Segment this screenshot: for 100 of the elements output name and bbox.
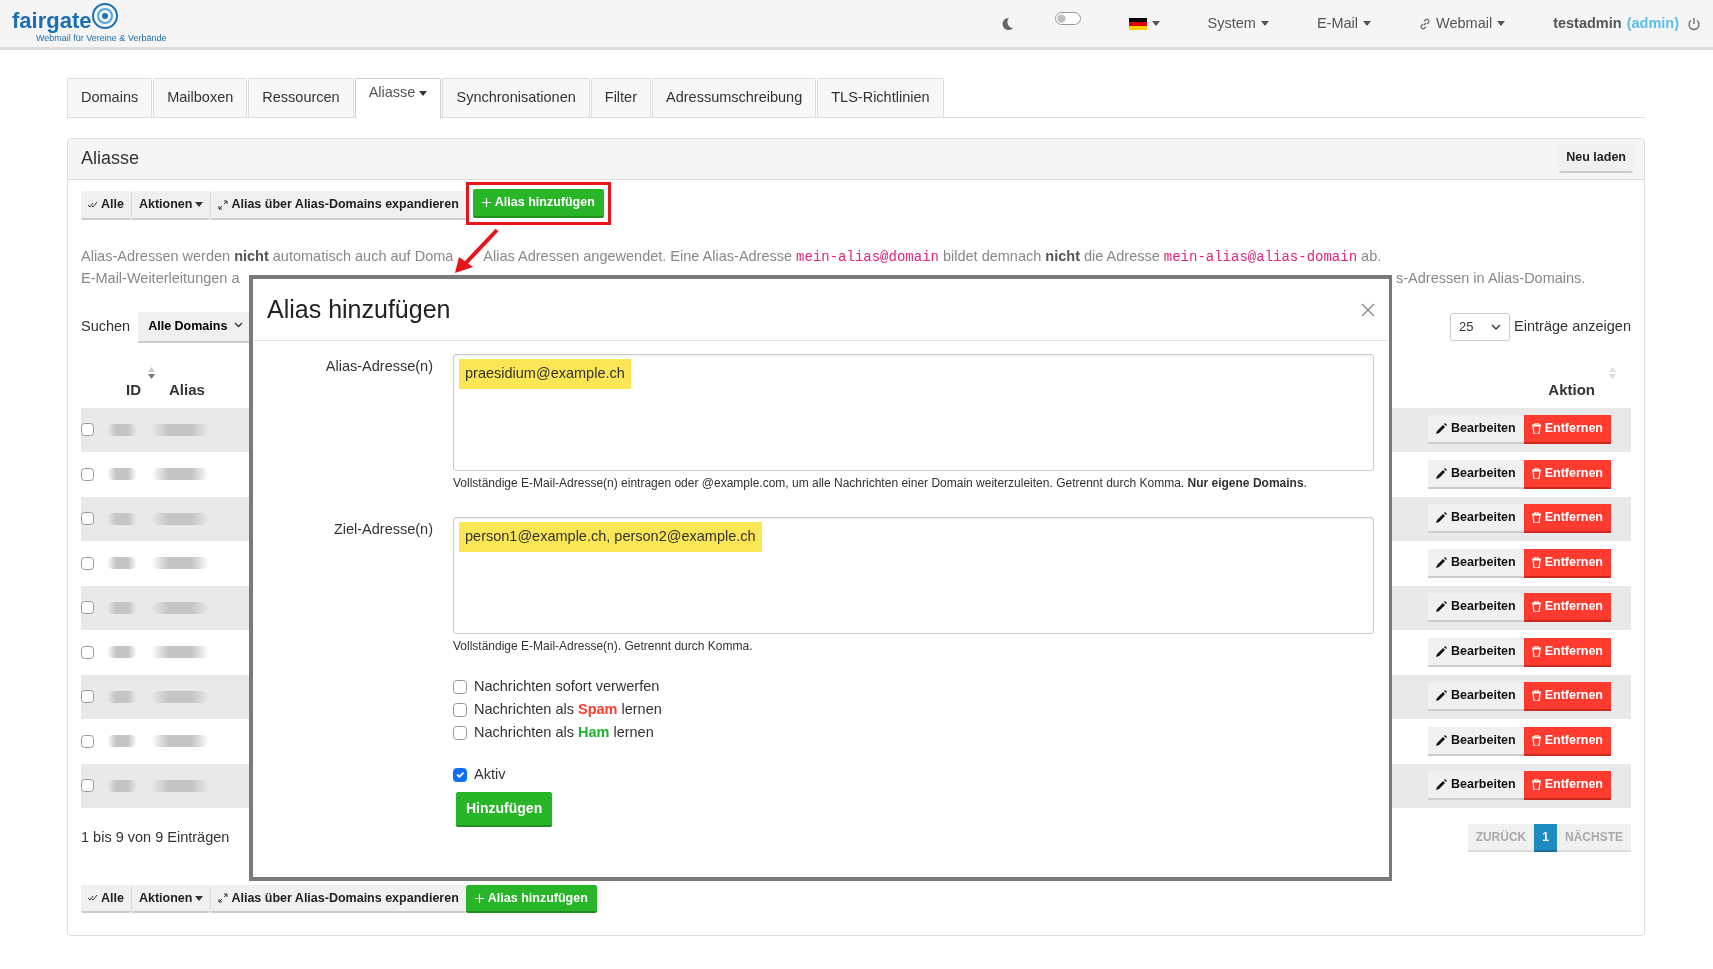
actions-dropdown[interactable]: Aktionen bbox=[130, 884, 211, 914]
double-check-icon bbox=[88, 200, 98, 209]
pencil-icon bbox=[1436, 779, 1448, 791]
redacted-text bbox=[107, 690, 137, 703]
row-checkbox[interactable] bbox=[81, 467, 94, 481]
redacted-text bbox=[151, 557, 209, 570]
tab[interactable]: Filter bbox=[590, 78, 651, 117]
row-checkbox[interactable] bbox=[81, 512, 94, 526]
row-checkbox[interactable] bbox=[81, 556, 94, 570]
close-icon[interactable] bbox=[1361, 302, 1375, 317]
pagination-button[interactable]: 1 bbox=[1534, 824, 1557, 852]
tab[interactable]: Mailboxen bbox=[153, 78, 248, 117]
nav-dropdown[interactable]: E-Mail bbox=[1316, 12, 1371, 35]
edit-button[interactable]: Bearbeiten bbox=[1428, 504, 1524, 534]
redacted-text bbox=[151, 423, 209, 436]
help-text: Vollständige E-Mail-Adresse(n). Getrennt durch Komma. bbox=[453, 638, 754, 655]
textarea-field[interactable]: person1@example.ch, person2@example.ch bbox=[453, 517, 1374, 634]
select-all-button[interactable]: Alle bbox=[81, 884, 131, 914]
textarea-field[interactable]: praesidium@example.ch bbox=[453, 354, 1374, 471]
column-header[interactable]: Aktion bbox=[1548, 379, 1595, 402]
nav-dropdown[interactable]: System bbox=[1207, 12, 1269, 35]
tab[interactable]: Adressumschreibung bbox=[652, 78, 817, 117]
caret-icon bbox=[1497, 21, 1506, 26]
caret-icon bbox=[195, 202, 204, 208]
edit-button[interactable]: Bearbeiten bbox=[1428, 637, 1524, 667]
trash-icon bbox=[1531, 779, 1541, 791]
description-text: s-Adressen in Alias-Domains. bbox=[1396, 268, 1586, 288]
row-checkbox[interactable] bbox=[81, 690, 94, 704]
remove-button[interactable]: Entfernen bbox=[1523, 504, 1611, 534]
page-size-select[interactable]: 25 bbox=[1450, 313, 1511, 341]
edit-button[interactable]: Bearbeiten bbox=[1428, 548, 1524, 578]
checkbox-option[interactable]: Nachrichten als Ham lernen bbox=[453, 721, 1389, 744]
caret-icon bbox=[1151, 21, 1160, 26]
remove-button[interactable]: Entfernen bbox=[1523, 459, 1611, 489]
trash-icon bbox=[1531, 467, 1541, 479]
checkbox[interactable] bbox=[453, 702, 467, 717]
tab[interactable]: Synchronisationen bbox=[442, 78, 590, 117]
redacted-text bbox=[151, 601, 209, 614]
remove-button[interactable]: Entfernen bbox=[1523, 415, 1611, 445]
pencil-icon bbox=[1436, 556, 1448, 568]
redacted-text bbox=[151, 779, 209, 792]
actions-dropdown[interactable]: Aktionen bbox=[130, 191, 211, 221]
expand-button[interactable]: Alias über Alias-Domains expandieren bbox=[210, 884, 466, 914]
remove-button[interactable]: Entfernen bbox=[1523, 593, 1611, 623]
help-text: Vollständige E-Mail-Adresse(n) eintragen oder @example.com, um alle Nachrichten einer Domain weiterzuleiten. Getrennt durch Komma. Nur eigene Domains. bbox=[453, 475, 1308, 492]
edit-button[interactable]: Bearbeiten bbox=[1428, 415, 1524, 445]
checkbox[interactable] bbox=[453, 679, 467, 694]
edit-button[interactable]: Bearbeiten bbox=[1428, 771, 1524, 801]
panel-title: Aliasse bbox=[81, 147, 140, 171]
checkbox-option[interactable]: Nachrichten sofort verwerfen bbox=[453, 675, 1389, 698]
row-checkbox[interactable] bbox=[81, 734, 94, 748]
language-dropdown[interactable] bbox=[1128, 17, 1160, 30]
trash-icon bbox=[1531, 556, 1541, 568]
row-checkbox[interactable] bbox=[81, 645, 94, 659]
expand-button[interactable]: Alias über Alias-Domains expandieren bbox=[210, 191, 466, 221]
pencil-icon bbox=[1436, 645, 1448, 657]
checkbox[interactable] bbox=[453, 767, 467, 782]
caret-icon bbox=[1363, 21, 1371, 26]
reload-button[interactable]: Neu laden bbox=[1559, 144, 1633, 174]
tab[interactable]: Aliasse bbox=[354, 78, 442, 118]
redacted-text bbox=[107, 557, 137, 570]
edit-button[interactable]: Bearbeiten bbox=[1428, 593, 1524, 623]
caret-icon bbox=[1260, 21, 1269, 26]
remove-button[interactable]: Entfernen bbox=[1523, 548, 1611, 578]
edit-button[interactable]: Bearbeiten bbox=[1428, 459, 1524, 489]
checkbox-option[interactable]: Aktiv bbox=[453, 763, 1389, 786]
edit-button[interactable]: Bearbeiten bbox=[1428, 726, 1524, 756]
row-checkbox[interactable] bbox=[81, 601, 94, 615]
remove-button[interactable]: Entfernen bbox=[1523, 771, 1611, 801]
edit-button[interactable]: Bearbeiten bbox=[1428, 682, 1524, 712]
tab[interactable]: Domains bbox=[67, 78, 153, 117]
select-all-button[interactable]: Alle bbox=[81, 191, 131, 221]
tab[interactable]: Ressourcen bbox=[248, 78, 354, 117]
column-header[interactable]: Alias bbox=[169, 379, 205, 402]
row-checkbox[interactable] bbox=[81, 423, 94, 437]
checkbox[interactable] bbox=[453, 725, 467, 740]
pencil-icon bbox=[1436, 423, 1448, 435]
chevron-icon bbox=[1491, 324, 1502, 331]
user-menu[interactable]: testadmin (admin) bbox=[1553, 12, 1679, 35]
redacted-text bbox=[107, 735, 137, 748]
redacted-text bbox=[151, 735, 209, 748]
row-checkbox[interactable] bbox=[81, 779, 94, 793]
redacted-text bbox=[107, 468, 137, 481]
pencil-icon bbox=[1436, 690, 1448, 702]
tab[interactable]: TLS-Richtlinien bbox=[817, 78, 944, 117]
description-text: Alias-Adressen werden nicht automatisch auch auf Doma Alias Adressen angewendet. Eine Alias-Adresse mein-alias@domain bildet demnach nicht die Adresse mein-alias@alias-domain ab. bbox=[81, 246, 1383, 267]
remove-button[interactable]: Entfernen bbox=[1523, 637, 1611, 667]
remove-button[interactable]: Entfernen bbox=[1523, 682, 1611, 712]
redacted-text bbox=[151, 646, 209, 659]
chevron-icon bbox=[234, 321, 244, 328]
checkbox-option[interactable]: Nachrichten als Spam lernen bbox=[453, 698, 1389, 721]
power-icon[interactable] bbox=[1687, 16, 1701, 31]
remove-button[interactable]: Entfernen bbox=[1523, 726, 1611, 756]
moon-icon bbox=[1000, 16, 1015, 31]
pencil-icon bbox=[1436, 512, 1448, 524]
column-header[interactable]: ID bbox=[126, 379, 141, 402]
nav-dropdown[interactable]: Webmail bbox=[1419, 12, 1506, 35]
double-check-icon bbox=[88, 894, 98, 902]
expand-icon bbox=[218, 199, 229, 210]
dark-mode-switch[interactable] bbox=[1054, 11, 1081, 25]
